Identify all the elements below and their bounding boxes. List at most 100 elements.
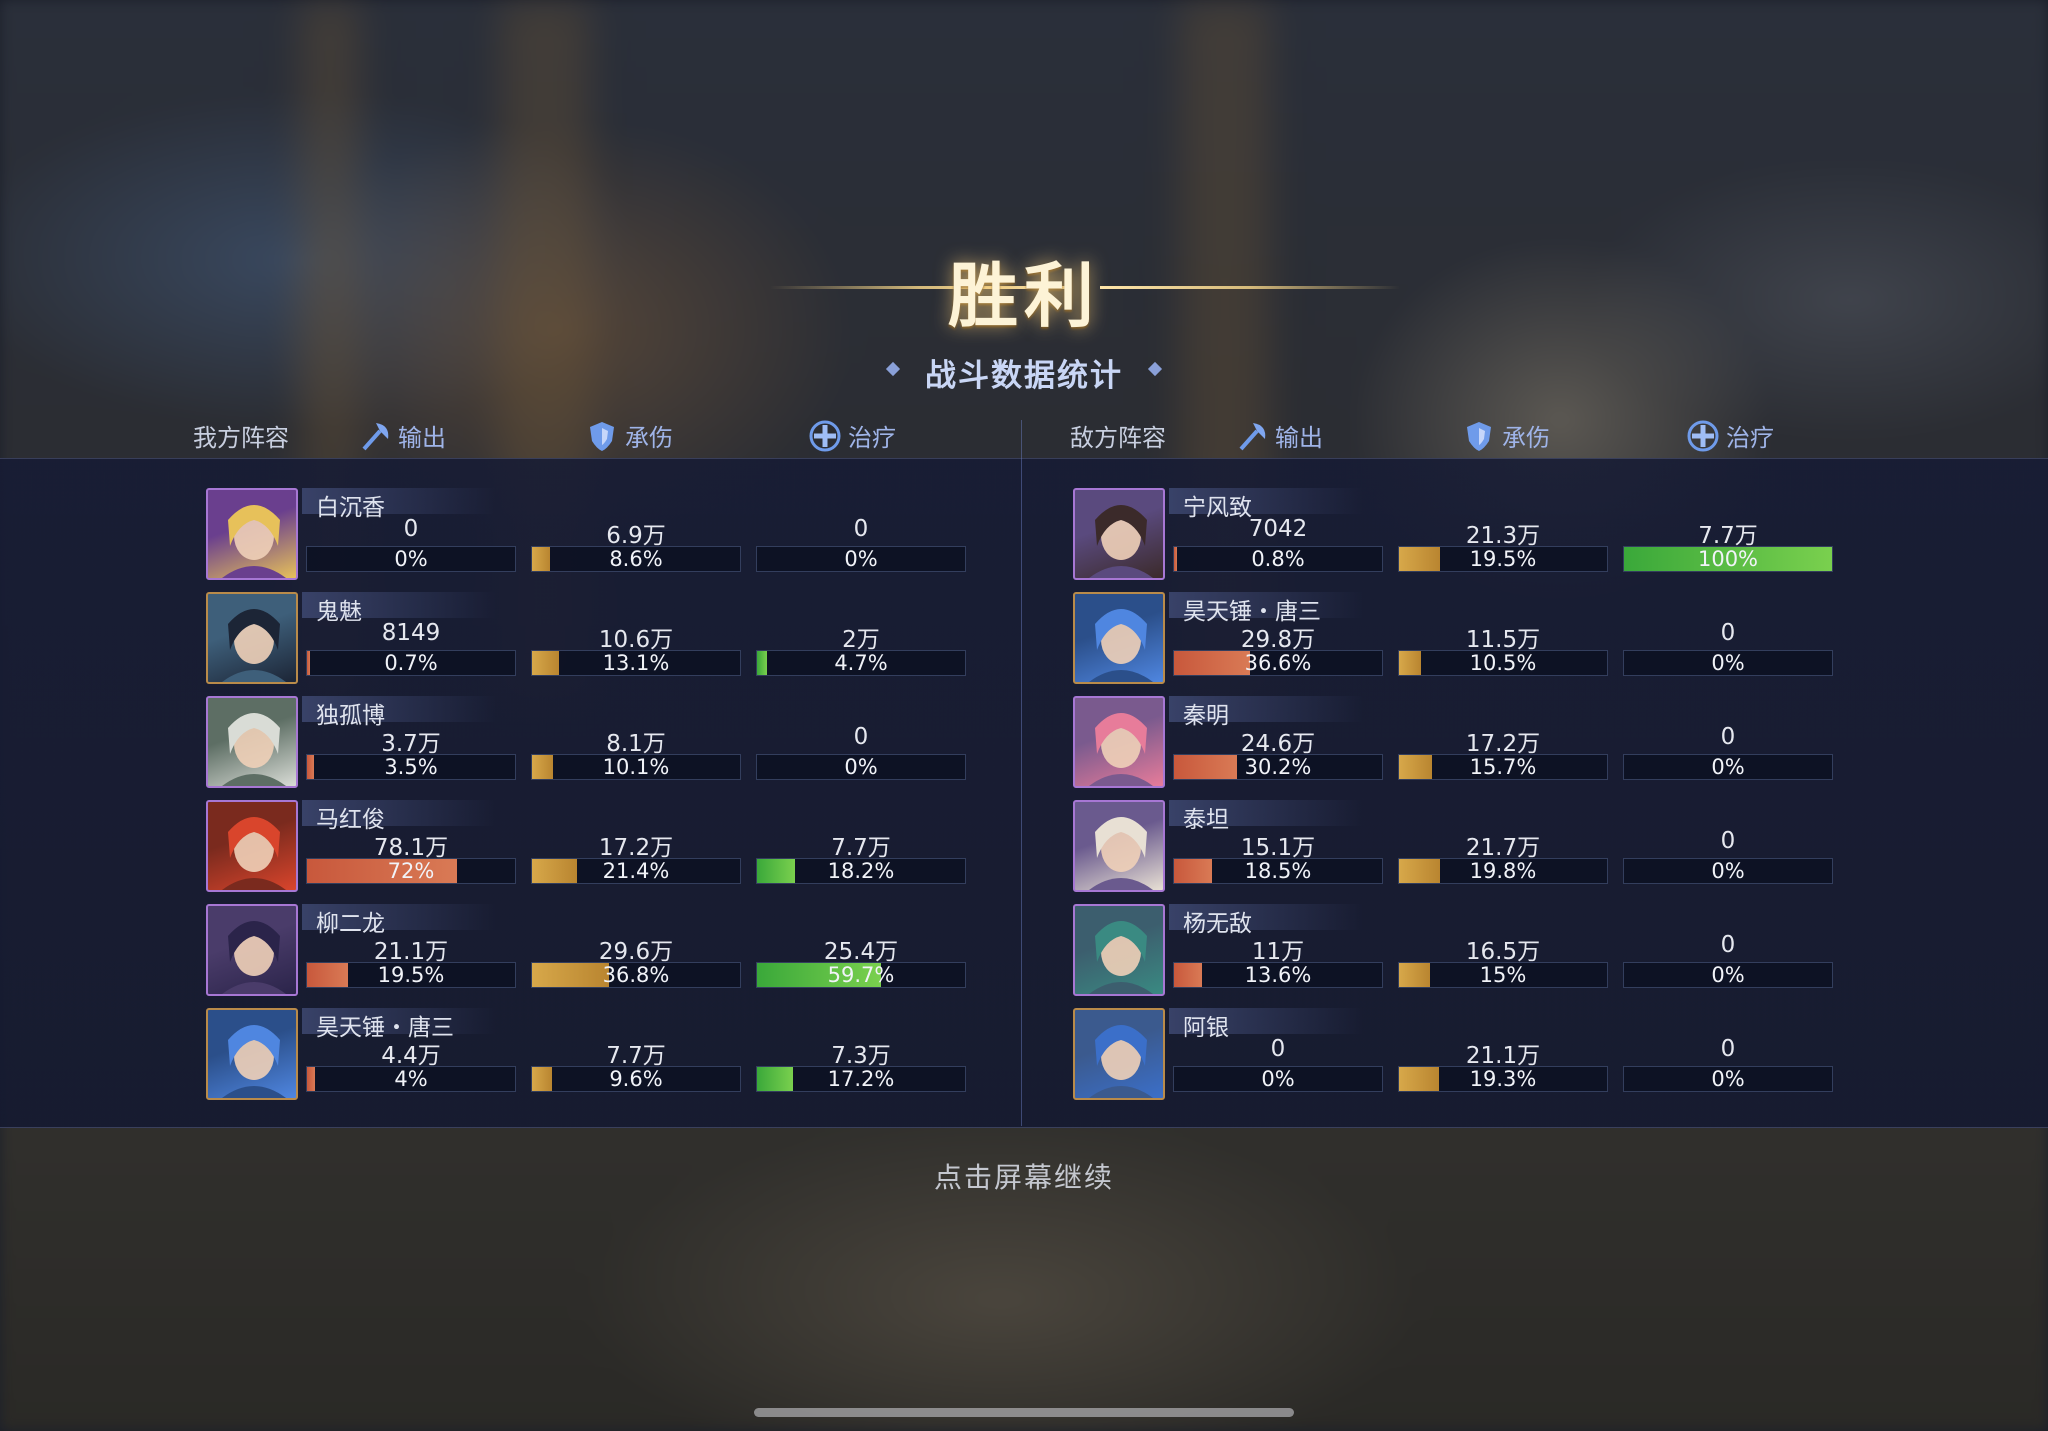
damage-value: 7042 (1248, 516, 1308, 542)
heal-percent: 0% (1711, 1067, 1745, 1091)
heal-percent: 4.7% (834, 651, 888, 675)
title-ornament-right (1100, 286, 1400, 289)
hero-name: 白沉香 (302, 488, 496, 521)
enemy-heal-label: 治疗 (1726, 424, 1774, 452)
damage-bar: 19.5% (306, 962, 516, 988)
enemy-damage-label: 输出 (1275, 424, 1323, 452)
heal-percent: 100% (1697, 547, 1759, 571)
tank-value: 29.6万 (598, 939, 674, 965)
heal-stat: 7.3万 17.2% (756, 1036, 966, 1092)
heal-percent: 17.2% (827, 1067, 895, 1091)
heal-stat: 0 0% (1623, 932, 1833, 988)
damage-bar: 13.6% (1173, 962, 1383, 988)
tank-value: 16.5万 (1465, 939, 1541, 965)
heal-percent: 0% (1711, 859, 1745, 883)
heal-value: 0 (853, 724, 869, 750)
damage-percent: 18.5% (1244, 859, 1312, 883)
tank-value: 7.7万 (606, 1043, 666, 1069)
heal-bar: 59.7% (756, 962, 966, 988)
damage-stat: 15.1万 18.5% (1173, 828, 1383, 884)
hero-portrait[interactable] (206, 904, 298, 996)
hero-portrait[interactable] (206, 696, 298, 788)
victory-title: 胜利 (948, 254, 1100, 337)
tank-bar: 19.8% (1398, 858, 1608, 884)
heal-percent: 0% (1711, 963, 1745, 987)
enemy-tank-label: 承伤 (1502, 424, 1550, 452)
damage-value: 21.1万 (373, 939, 449, 965)
heal-value: 7.7万 (831, 835, 891, 861)
heal-percent: 59.7% (827, 963, 895, 987)
home-indicator[interactable] (754, 1408, 1294, 1417)
hero-name: 昊天锤・唐三 (302, 1008, 496, 1041)
heal-bar: 17.2% (756, 1066, 966, 1092)
hero-portrait[interactable] (206, 488, 298, 580)
damage-bar: 0% (306, 546, 516, 572)
enemy-team-header: 敌方阵容 (1070, 424, 1166, 452)
hero-portrait[interactable] (206, 800, 298, 892)
damage-stat: 11万 13.6% (1173, 932, 1383, 988)
tank-percent: 15% (1479, 963, 1527, 987)
hero-portrait[interactable] (1073, 592, 1165, 684)
heal-stat: 0 0% (1623, 724, 1833, 780)
hero-portrait[interactable] (1073, 800, 1165, 892)
tank-bar: 9.6% (531, 1066, 741, 1092)
damage-stat: 0 0% (306, 516, 516, 572)
tap-to-continue[interactable]: 点击屏幕继续 (0, 1156, 2048, 1196)
tank-stat: 8.1万 10.1% (531, 724, 741, 780)
tank-percent: 21.4% (602, 859, 670, 883)
damage-bar: 72% (306, 858, 516, 884)
heal-percent: 0% (1711, 651, 1745, 675)
heal-value: 0 (1720, 620, 1736, 646)
ally-hero-row: 马红俊 78.1万 72% 17.2万 21.4% 7.7万 18.2% (206, 800, 966, 896)
hero-name: 泰坦 (1169, 800, 1363, 833)
tank-percent: 9.6% (609, 1067, 663, 1091)
enemy-hero-row: 阿银 0 0% 21.1万 19.3% 0 0% (1073, 1008, 1833, 1104)
tank-bar: 10.1% (531, 754, 741, 780)
hero-avatar-icon (1089, 817, 1153, 890)
tank-value: 17.2万 (1465, 731, 1541, 757)
damage-percent: 0.7% (384, 651, 438, 675)
axe-icon (1239, 422, 1266, 450)
damage-stat: 29.8万 36.6% (1173, 620, 1383, 676)
heal-cross-icon (1687, 420, 1719, 451)
hero-portrait[interactable] (1073, 904, 1165, 996)
heal-stat: 0 0% (1623, 620, 1833, 676)
tank-value: 6.9万 (606, 523, 666, 549)
shield-icon (590, 421, 614, 451)
hero-name: 昊天锤・唐三 (1169, 592, 1363, 625)
tank-stat: 21.3万 19.5% (1398, 516, 1608, 572)
heal-value: 0 (1720, 828, 1736, 854)
hero-avatar-icon (222, 817, 286, 890)
hero-name: 柳二龙 (302, 904, 496, 937)
hero-portrait[interactable] (1073, 1008, 1165, 1100)
hero-portrait[interactable] (206, 592, 298, 684)
axe-icon (362, 422, 389, 450)
heal-stat: 25.4万 59.7% (756, 932, 966, 988)
heal-percent: 0% (844, 547, 878, 571)
tank-value: 21.7万 (1465, 835, 1541, 861)
tank-value: 11.5万 (1465, 627, 1541, 653)
tank-value: 17.2万 (598, 835, 674, 861)
hero-name: 杨无敌 (1169, 904, 1363, 937)
tank-bar: 8.6% (531, 546, 741, 572)
enemy-hero-row: 宁风致 7042 0.8% 21.3万 19.5% 7.7万 100% (1073, 488, 1833, 584)
heal-stat: 7.7万 100% (1623, 516, 1833, 572)
hero-portrait[interactable] (1073, 696, 1165, 788)
damage-percent: 0% (1261, 1067, 1295, 1091)
hero-portrait[interactable] (1073, 488, 1165, 580)
enemy-hero-row: 杨无敌 11万 13.6% 16.5万 15% 0 0% (1073, 904, 1833, 1000)
hero-name: 秦明 (1169, 696, 1363, 729)
tank-percent: 10.1% (602, 755, 670, 779)
tank-stat: 17.2万 15.7% (1398, 724, 1608, 780)
damage-percent: 36.6% (1244, 651, 1312, 675)
ally-damage-label: 输出 (398, 424, 446, 452)
damage-percent: 4% (394, 1067, 428, 1091)
tank-percent: 8.6% (609, 547, 663, 571)
damage-percent: 30.2% (1244, 755, 1312, 779)
hero-portrait[interactable] (206, 1008, 298, 1100)
tank-stat: 21.7万 19.8% (1398, 828, 1608, 884)
damage-percent: 0% (394, 547, 428, 571)
heal-stat: 0 0% (1623, 828, 1833, 884)
hero-name: 独孤博 (302, 696, 496, 729)
ally-hero-row: 独孤博 3.7万 3.5% 8.1万 10.1% 0 0% (206, 696, 966, 792)
